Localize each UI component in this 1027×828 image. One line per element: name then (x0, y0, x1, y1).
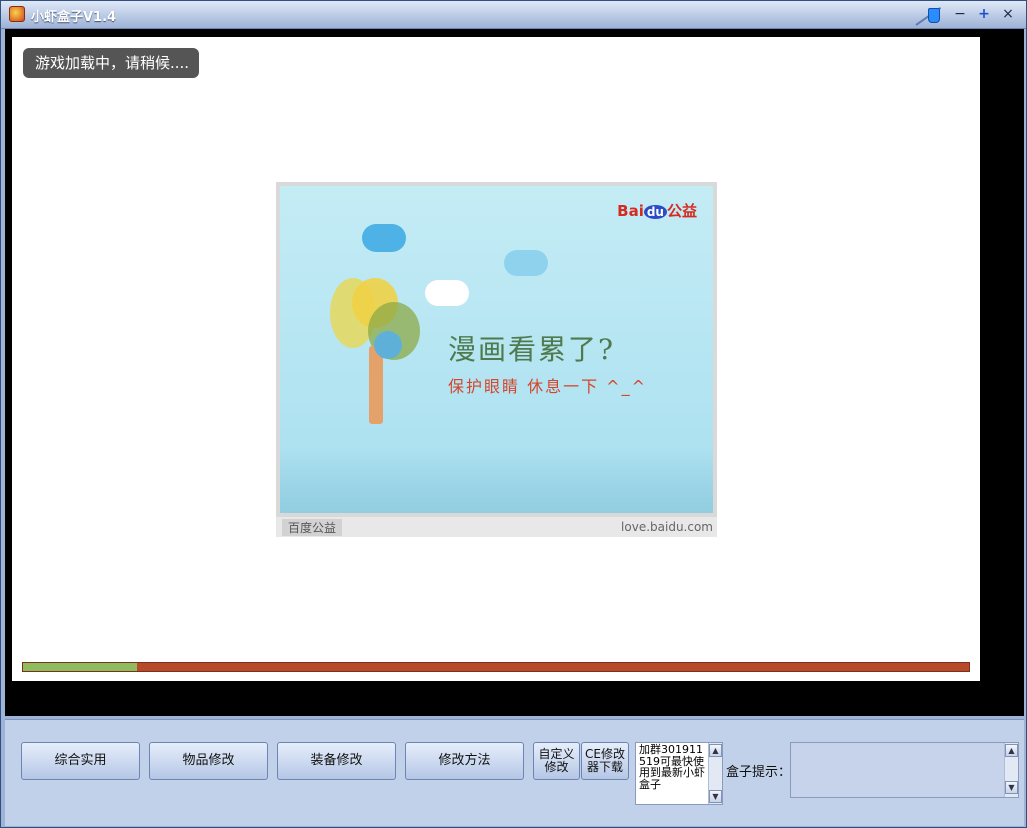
app-icon (9, 6, 25, 22)
maximize-button[interactable]: + (975, 5, 993, 23)
loading-toast: 游戏加载中，请稍候.... (23, 48, 199, 78)
ad-headline: 漫画看累了? (448, 333, 616, 366)
cloud-icon (504, 250, 548, 276)
hint-scrollbar[interactable]: ▲ ▼ (1004, 743, 1018, 797)
cloud-icon (425, 280, 469, 306)
modify-method-button[interactable]: 修改方法 (405, 742, 524, 780)
ad-image: Bai du 公益 漫画看累了? 保护眼睛 休息一下 ^_^ (280, 186, 713, 513)
notice-text: 加群301911519可最快使用到最新小虾盒子 (639, 743, 705, 791)
ce-download-button[interactable]: CE修改 器下载 (581, 742, 629, 780)
hint-label: 盒子提示： (726, 765, 792, 780)
skin-icon[interactable] (915, 4, 942, 26)
item-modify-button[interactable]: 物品修改 (149, 742, 268, 780)
scroll-up-icon[interactable]: ▲ (1005, 744, 1018, 757)
loading-progress-bar (22, 662, 970, 672)
scroll-up-icon[interactable]: ▲ (709, 744, 722, 757)
ad-footer-logo: 百度公益 (282, 519, 343, 536)
close-button[interactable]: × (999, 5, 1017, 23)
title-bar[interactable]: 小虾盒子V1.4 − + × (1, 1, 1026, 29)
notice-textbox[interactable]: 加群301911519可最快使用到最新小虾盒子 ▲ ▼ (635, 742, 723, 805)
ad-banner[interactable]: Bai du 公益 漫画看累了? 保护眼睛 休息一下 ^_^ 百度公益 love.b… (276, 182, 717, 537)
ad-footer: 百度公益 love.baidu.com (276, 517, 717, 537)
ad-subline: 保护眼睛 休息一下 ^_^ (448, 377, 647, 396)
custom-modify-button[interactable]: 自定义 修改 (533, 742, 580, 780)
scroll-down-icon[interactable]: ▼ (1005, 781, 1018, 794)
minimize-button[interactable]: − (951, 5, 969, 23)
ad-footer-url[interactable]: love.baidu.com (621, 520, 713, 534)
app-window: 小虾盒子V1.4 − + × 游戏加载中，请稍候.... Bai du 公益 漫画看… (0, 0, 1027, 828)
window-title: 小虾盒子V1.4 (31, 10, 117, 25)
loading-progress-fill (23, 663, 137, 671)
equipment-modify-button[interactable]: 装备修改 (277, 742, 396, 780)
scroll-down-icon[interactable]: ▼ (709, 790, 722, 803)
notice-scrollbar[interactable]: ▲ ▼ (708, 743, 722, 804)
bird-icon (374, 331, 402, 359)
general-button[interactable]: 综合实用 (21, 742, 140, 780)
cloud-icon (362, 224, 406, 252)
hint-textbox[interactable]: ▲ ▼ (790, 742, 1019, 798)
cityscape (280, 446, 713, 513)
ad-brand-logo: Bai du 公益 (617, 202, 697, 220)
